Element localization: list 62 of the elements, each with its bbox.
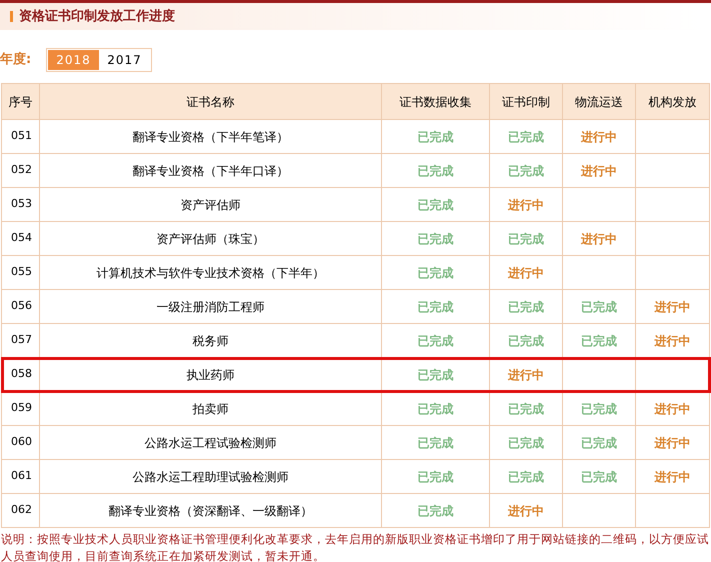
table-cell: 060	[2, 426, 40, 460]
status-cell: 已完成	[382, 392, 490, 426]
status-cell: 进行中	[490, 494, 562, 528]
status-cell: 已完成	[382, 154, 490, 188]
status-cell: 已完成	[490, 392, 562, 426]
status-cell: 已完成	[490, 120, 562, 154]
table-cell: 055	[2, 256, 40, 290]
table-cell: 翻译专业资格（下半年笔译）	[40, 120, 382, 154]
table-cell: 051	[2, 120, 40, 154]
page-title: 资格证书印制发放工作进度	[19, 8, 175, 26]
note-text: 说明：按照专业技术人员职业资格证书管理便利化改革要求，去年启用的新版职业资格证书增印了用于网站链接的二维码，以方便应试人员查询使用，目前查询系统正在加紧研发测试，暂未开通。	[0, 531, 710, 562]
table-cell: 资产评估师（珠宝）	[40, 222, 382, 256]
status-cell: 已完成	[382, 494, 490, 528]
table-cell: 052	[2, 154, 40, 188]
table-cell: 一级注册消防工程师	[40, 290, 382, 324]
year-label: 年度:	[0, 50, 32, 70]
table-cell: 拍卖师	[40, 392, 382, 426]
table-cell: 061	[2, 460, 40, 494]
status-cell: 进行中	[490, 188, 562, 222]
status-cell: 进行中	[562, 222, 636, 256]
table-cell: 计算机技术与软件专业技术资格（下半年）	[40, 256, 382, 290]
status-cell: 已完成	[382, 120, 490, 154]
status-cell: 已完成	[382, 222, 490, 256]
status-cell: 已完成	[382, 290, 490, 324]
table-cell: 062	[2, 494, 40, 528]
status-cell: 进行中	[636, 460, 710, 494]
column-header: 机构发放	[636, 84, 710, 120]
status-cell: 已完成	[562, 392, 636, 426]
status-cell: 已完成	[562, 426, 636, 460]
table-cell: 053	[2, 188, 40, 222]
status-cell: 已完成	[382, 426, 490, 460]
status-cell: 已完成	[562, 460, 636, 494]
column-header: 证书名称	[40, 84, 382, 120]
table-cell: 翻译专业资格（下半年口译）	[40, 154, 382, 188]
status-cell: 已完成	[562, 290, 636, 324]
title-marker-icon	[10, 11, 13, 22]
status-cell: 进行中	[636, 290, 710, 324]
status-cell: 已完成	[490, 290, 562, 324]
column-header: 证书印制	[490, 84, 562, 120]
table-cell: 056	[2, 290, 40, 324]
status-cell: 进行中	[562, 120, 636, 154]
status-cell: 进行中	[490, 256, 562, 290]
status-cell: 进行中	[562, 154, 636, 188]
table-cell: 057	[2, 324, 40, 358]
column-header: 证书数据收集	[382, 84, 490, 120]
status-cell: 已完成	[490, 426, 562, 460]
status-cell: 已完成	[490, 154, 562, 188]
column-header: 序号	[2, 84, 40, 120]
status-cell: 进行中	[636, 392, 710, 426]
status-cell: 已完成	[490, 222, 562, 256]
column-header: 物流运送	[562, 84, 636, 120]
status-cell: 已完成	[490, 460, 562, 494]
table-cell: 公路水运工程助理试验检测师	[40, 460, 382, 494]
status-cell: 已完成	[382, 460, 490, 494]
table-cell: 059	[2, 392, 40, 426]
table-cell: 资产评估师	[40, 188, 382, 222]
status-cell: 已完成	[382, 256, 490, 290]
status-cell: 进行中	[636, 426, 710, 460]
table-cell: 翻译专业资格（资深翻译、一级翻译）	[40, 494, 382, 528]
table-cell: 054	[2, 222, 40, 256]
status-cell: 已完成	[382, 188, 490, 222]
table-cell: 公路水运工程试验检测师	[40, 426, 382, 460]
